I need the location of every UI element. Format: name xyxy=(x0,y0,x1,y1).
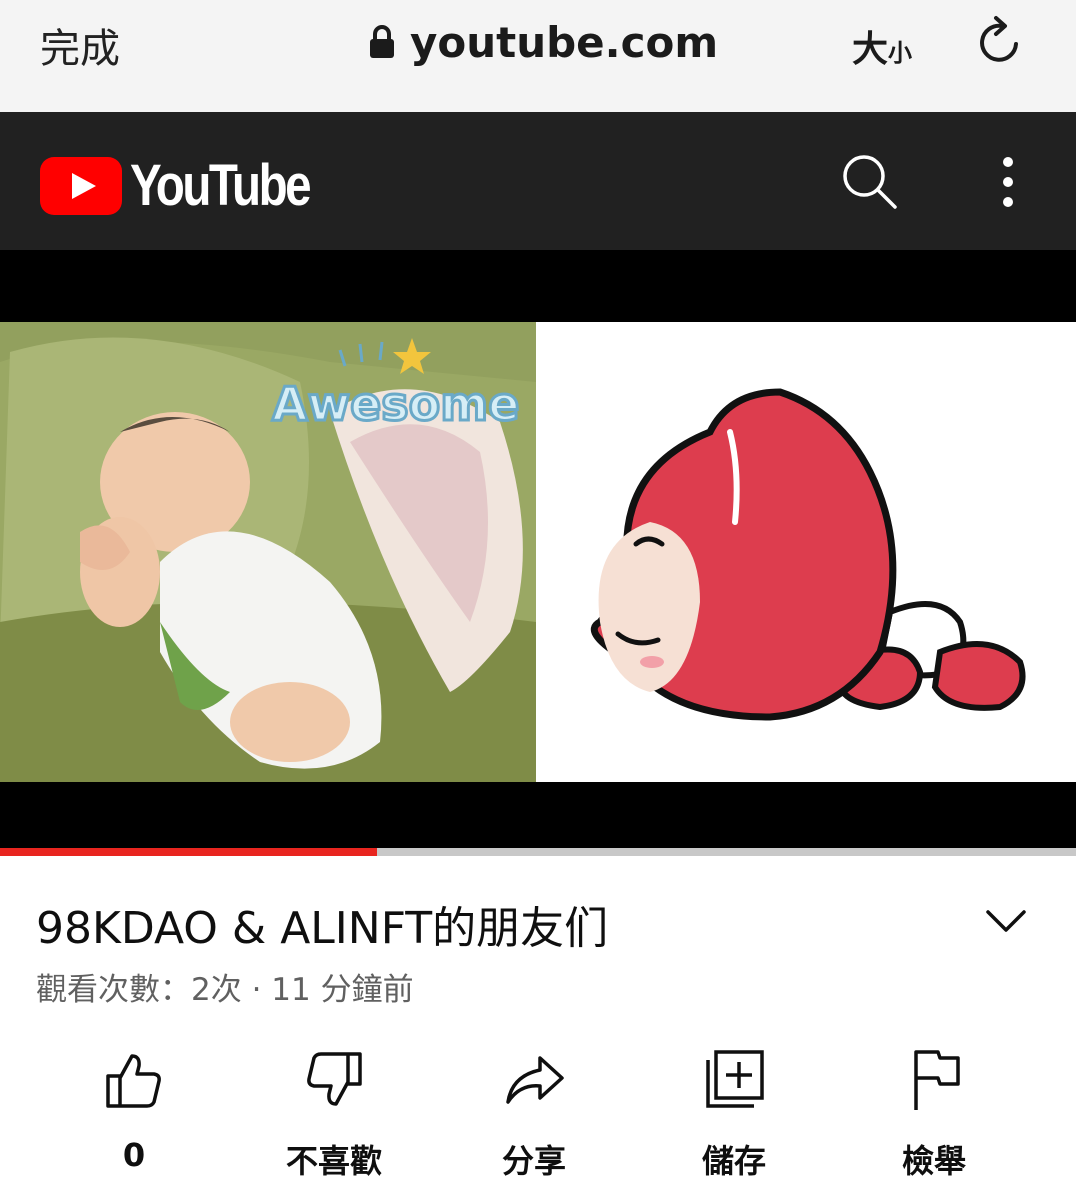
baby-photo: Awesome xyxy=(0,322,536,782)
video-progress-fill xyxy=(0,848,377,856)
lock-icon xyxy=(370,25,394,58)
save-playlist-icon xyxy=(706,1050,764,1108)
more-vertical-icon[interactable] xyxy=(990,154,1026,210)
text-size-button[interactable]: 大小 xyxy=(852,20,912,72)
dislike-label: 不喜歡 xyxy=(285,1142,382,1180)
youtube-logo[interactable]: YouTube xyxy=(40,152,348,219)
video-actions-row: 0 不喜歡 分享 儲存 檢舉 xyxy=(0,1048,1076,1188)
text-size-small-glyph: 小 xyxy=(888,39,913,67)
save-label: 儲存 xyxy=(701,1142,766,1180)
address-bar[interactable]: youtube.com xyxy=(368,14,718,70)
text-size-large-glyph: 大 xyxy=(852,29,889,70)
youtube-logo-icon xyxy=(40,156,122,215)
report-button[interactable]: 檢舉 xyxy=(834,1048,1034,1188)
share-button[interactable]: 分享 xyxy=(434,1048,634,1188)
flag-icon xyxy=(914,1050,960,1110)
share-icon xyxy=(506,1056,564,1104)
youtube-logo-text: YouTube xyxy=(130,153,312,218)
url-text: youtube.com xyxy=(410,17,719,67)
browser-toolbar: 完成 youtube.com 大小 xyxy=(0,0,1076,112)
awesome-overlay-text: Awesome xyxy=(272,377,519,431)
chevron-down-icon[interactable] xyxy=(984,906,1028,936)
done-button[interactable]: 完成 xyxy=(40,16,120,74)
red-mascot-illustration xyxy=(540,322,1076,782)
video-player[interactable]: Awesome xyxy=(0,250,1076,848)
dislike-button[interactable]: 不喜歡 xyxy=(234,1048,434,1188)
search-icon[interactable] xyxy=(840,152,898,210)
thumbs-down-icon xyxy=(307,1052,362,1106)
video-frame: Awesome xyxy=(0,322,1076,782)
save-button[interactable]: 儲存 xyxy=(634,1048,834,1188)
video-progress-bar[interactable] xyxy=(0,848,1076,856)
report-label: 檢舉 xyxy=(901,1142,966,1180)
video-view-count: 觀看次數：2次 · 11 分鐘前 xyxy=(36,972,414,1008)
like-count: 0 xyxy=(122,1136,146,1174)
thumbs-up-icon xyxy=(106,1054,161,1108)
youtube-header: YouTube xyxy=(0,112,1076,250)
video-title: 98KDAO & ALINFT的朋友们 xyxy=(36,903,609,954)
reload-icon[interactable] xyxy=(972,14,1026,68)
like-button[interactable]: 0 xyxy=(34,1048,234,1188)
share-label: 分享 xyxy=(501,1142,566,1180)
